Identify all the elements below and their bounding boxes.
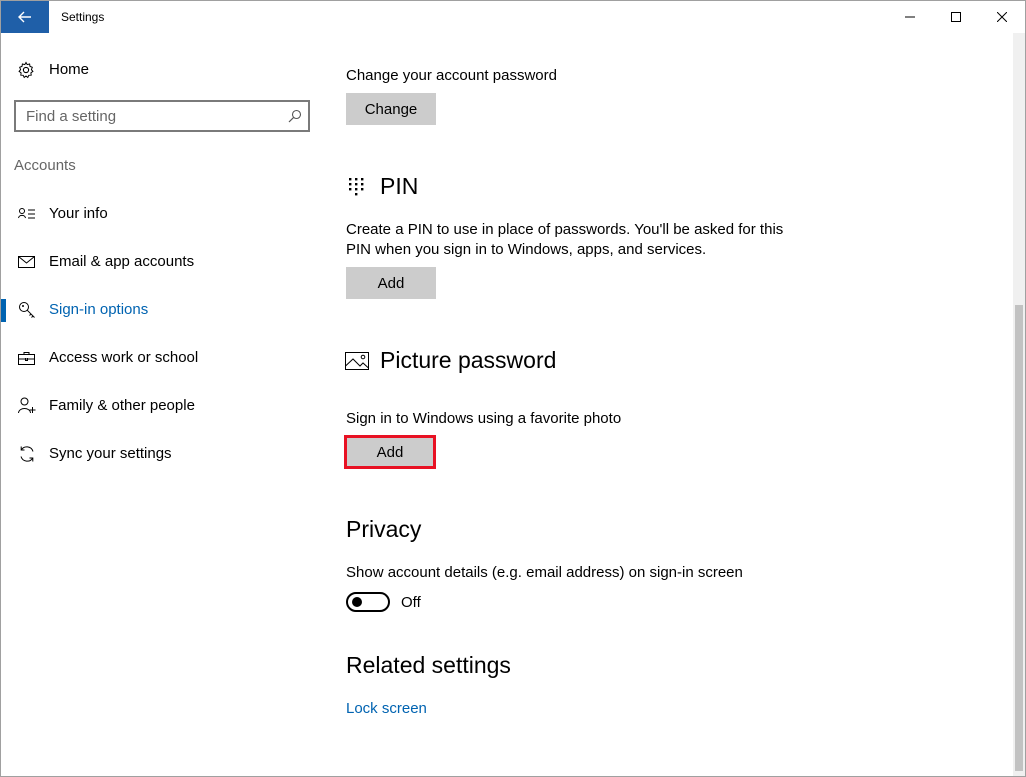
picture-password-heading: Picture password	[380, 347, 557, 373]
change-password-button[interactable]: Change	[346, 93, 436, 125]
back-button[interactable]	[1, 1, 49, 33]
title-bar: Settings	[1, 1, 1025, 33]
related-settings-heading: Related settings	[346, 652, 511, 678]
home-label: Home	[49, 61, 90, 78]
password-description: Change your account password	[346, 67, 557, 84]
keypad-icon	[348, 177, 366, 202]
sync-icon	[18, 445, 36, 463]
sidebar-item-sign-in-options[interactable]: Sign-in options	[1, 289, 323, 329]
privacy-heading: Privacy	[346, 516, 422, 542]
privacy-toggle[interactable]	[346, 592, 390, 612]
lock-screen-link[interactable]: Lock screen	[346, 700, 427, 717]
briefcase-icon	[18, 349, 36, 367]
maximize-button[interactable]	[933, 1, 979, 33]
pin-heading: PIN	[380, 173, 419, 199]
picture-password-description: Sign in to Windows using a favorite phot…	[346, 410, 622, 427]
home-nav-item[interactable]: Home	[1, 53, 323, 85]
sidebar-item-label: Your info	[49, 205, 108, 222]
key-icon	[18, 301, 36, 319]
search-box[interactable]	[14, 100, 310, 132]
contact-card-icon	[18, 205, 36, 223]
sidebar-item-family[interactable]: Family & other people	[1, 385, 323, 425]
sidebar-item-your-info[interactable]: Your info	[1, 193, 323, 233]
sidebar-item-label: Access work or school	[49, 349, 199, 366]
maximize-icon	[951, 12, 961, 22]
privacy-toggle-state: Off	[401, 594, 421, 611]
sidebar-item-label: Sync your settings	[49, 445, 172, 462]
sidebar-item-label: Email & app accounts	[49, 253, 195, 270]
sidebar-item-label: Family & other people	[49, 397, 195, 414]
active-indicator	[1, 299, 6, 322]
minimize-button[interactable]	[887, 1, 933, 33]
window-title: Settings	[61, 10, 105, 24]
search-icon[interactable]	[288, 109, 302, 128]
search-input[interactable]	[16, 102, 284, 130]
gear-icon	[17, 61, 35, 84]
close-icon	[997, 12, 1007, 22]
pin-description-line1: Create a PIN to use in place of password…	[346, 221, 784, 238]
main-content: Change your account password Change PIN …	[323, 33, 1013, 776]
toggle-knob	[352, 597, 362, 607]
privacy-description: Show account details (e.g. email address…	[346, 564, 743, 581]
person-add-icon	[18, 397, 36, 415]
pin-description-line2: PIN when you sign in to Windows, apps, a…	[346, 241, 707, 258]
sidebar-item-label: Sign-in options	[49, 301, 149, 318]
scroll-thumb[interactable]	[1015, 305, 1023, 771]
settings-window: Settings Home Find a setting Accounts Yo…	[0, 0, 1026, 777]
add-pin-button[interactable]: Add	[346, 267, 436, 299]
minimize-icon	[905, 16, 915, 18]
sidebar-item-work-school[interactable]: Access work or school	[1, 337, 323, 377]
sidebar-item-sync[interactable]: Sync your settings	[1, 433, 323, 473]
sidebar-item-email-accounts[interactable]: Email & app accounts	[1, 241, 323, 281]
scrollbar[interactable]	[1013, 33, 1025, 776]
close-button[interactable]	[979, 1, 1025, 33]
section-label-accounts: Accounts	[14, 157, 76, 174]
back-arrow-icon	[18, 11, 31, 23]
picture-icon	[345, 352, 369, 375]
add-picture-password-button[interactable]: Add	[344, 435, 436, 469]
sidebar: Home Accounts Your info	[1, 33, 323, 776]
mail-icon	[18, 253, 36, 271]
